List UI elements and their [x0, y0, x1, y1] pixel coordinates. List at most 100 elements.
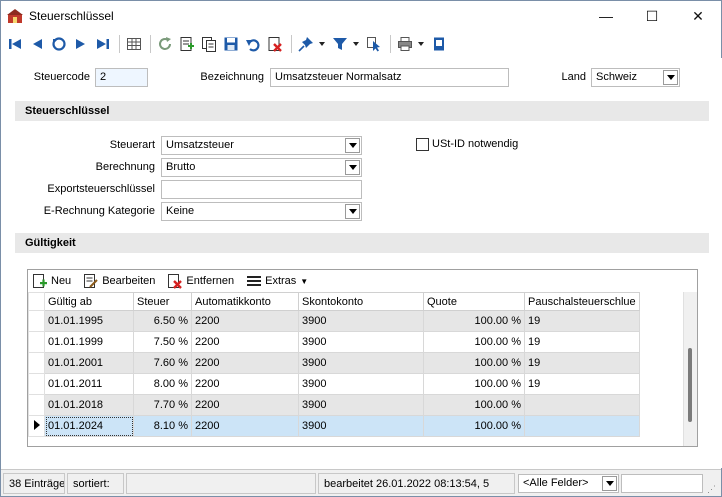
entfernen-button[interactable]: Entfernen — [167, 273, 234, 289]
prev-record-icon[interactable] — [27, 34, 47, 54]
steuercode-field[interactable]: 2 — [95, 68, 148, 87]
bezeichnung-field[interactable]: Umsatzsteuer Normalsatz — [270, 68, 509, 87]
cell-gueltig-ab[interactable]: 01.01.1995 — [44, 310, 134, 332]
table-row[interactable]: 01.01.1999 7.50 % 2200 3900 100.00 % 19 — [28, 331, 640, 353]
chevron-down-icon[interactable] — [345, 138, 360, 153]
minimize-button[interactable]: — — [583, 1, 629, 31]
cell-quote[interactable]: 100.00 % — [423, 310, 525, 332]
cell-pauschalsteuerschluessel[interactable]: 19 — [524, 310, 640, 332]
exportsteuerschluessel-field[interactable] — [161, 180, 362, 199]
column-header-steuer[interactable]: Steuer — [133, 292, 192, 311]
main-toolbar — [1, 31, 721, 57]
cell-skontokonto[interactable]: 3900 — [298, 310, 424, 332]
cell-gueltig-ab[interactable]: 01.01.2018 — [44, 394, 134, 416]
cell-automatikkonto[interactable]: 2200 — [191, 331, 299, 353]
erechnung-kategorie-value: Keine — [166, 205, 195, 217]
table-row[interactable]: 01.01.2018 7.70 % 2200 3900 100.00 % — [28, 394, 640, 416]
neu-button[interactable]: Neu — [32, 273, 71, 289]
first-record-icon[interactable] — [5, 34, 25, 54]
cell-automatikkonto[interactable]: 2200 — [191, 352, 299, 374]
filter-dropdown[interactable] — [352, 34, 360, 54]
delete-icon[interactable] — [265, 34, 285, 54]
cell-pauschalsteuerschluessel[interactable]: 19 — [524, 331, 640, 353]
steuerart-value: Umsatzsteuer — [166, 139, 234, 151]
ustid-checkbox[interactable] — [416, 138, 429, 151]
cell-gueltig-ab[interactable]: 01.01.2011 — [44, 373, 134, 395]
table-row-selected[interactable]: 01.01.2024 8.10 % 2200 3900 100.00 % — [28, 415, 640, 437]
cell-skontokonto[interactable]: 3900 — [298, 373, 424, 395]
maximize-button[interactable]: ☐ — [629, 1, 675, 31]
cell-steuer[interactable]: 7.50 % — [133, 331, 192, 353]
back-icon[interactable] — [49, 34, 69, 54]
column-header-automatikkonto[interactable]: Automatikkonto — [191, 292, 299, 311]
cell-pauschalsteuerschluessel[interactable] — [524, 415, 640, 437]
cell-quote[interactable]: 100.00 % — [423, 415, 525, 437]
cell-steuer[interactable]: 6.50 % — [133, 310, 192, 332]
cell-automatikkonto[interactable]: 2200 — [191, 310, 299, 332]
filter-icon[interactable] — [330, 34, 350, 54]
cell-quote[interactable]: 100.00 % — [423, 331, 525, 353]
cell-quote[interactable]: 100.00 % — [423, 394, 525, 416]
berechnung-select[interactable]: Brutto — [161, 158, 362, 177]
chevron-down-icon[interactable] — [345, 204, 360, 219]
cell-automatikkonto[interactable]: 2200 — [191, 373, 299, 395]
field-filter-select[interactable]: <Alle Felder> — [518, 474, 619, 493]
table-row[interactable]: 01.01.2001 7.60 % 2200 3900 100.00 % 19 — [28, 352, 640, 374]
cell-gueltig-ab[interactable]: 01.01.2001 — [44, 352, 134, 374]
cell-skontokonto[interactable]: 3900 — [298, 415, 424, 437]
table-header-row: Gültig ab Steuer Automatikkonto Skontoko… — [28, 292, 640, 311]
scrollbar-thumb[interactable] — [688, 348, 692, 422]
bearbeiten-label: Bearbeiten — [102, 275, 156, 287]
chevron-down-icon[interactable] — [345, 160, 360, 175]
close-button[interactable]: ✕ — [675, 1, 721, 31]
row-indicator — [28, 394, 45, 416]
land-select[interactable]: Schweiz — [591, 68, 680, 87]
erechnung-kategorie-select[interactable]: Keine — [161, 202, 362, 221]
undo-icon[interactable] — [243, 34, 263, 54]
print-dropdown[interactable] — [417, 34, 425, 54]
steuerart-select[interactable]: Umsatzsteuer — [161, 136, 362, 155]
chevron-down-icon[interactable] — [663, 70, 678, 85]
column-header-pauschalsteuerschluessel[interactable]: Pauschalsteuerschlue — [524, 292, 640, 311]
save-icon[interactable] — [221, 34, 241, 54]
cell-gueltig-ab[interactable]: 01.01.2024 — [44, 415, 134, 437]
cell-quote[interactable]: 100.00 % — [423, 373, 525, 395]
column-header-quote[interactable]: Quote — [423, 292, 525, 311]
bearbeiten-button[interactable]: Bearbeiten — [83, 273, 155, 289]
cell-skontokonto[interactable]: 3900 — [298, 331, 424, 353]
next-record-icon[interactable] — [71, 34, 91, 54]
cell-steuer[interactable]: 8.10 % — [133, 415, 192, 437]
pin-dropdown[interactable] — [318, 34, 326, 54]
table-row[interactable]: 01.01.2011 8.00 % 2200 3900 100.00 % 19 — [28, 373, 640, 395]
cell-steuer[interactable]: 7.60 % — [133, 352, 192, 374]
column-header-skontokonto[interactable]: Skontokonto — [298, 292, 424, 311]
pin-icon[interactable] — [296, 34, 316, 54]
cell-pauschalsteuerschluessel[interactable]: 19 — [524, 373, 640, 395]
copy-icon[interactable] — [199, 34, 219, 54]
delete-icon — [168, 274, 183, 289]
grid-vertical-scrollbar[interactable] — [683, 292, 697, 446]
notes-icon[interactable] — [429, 34, 449, 54]
last-record-icon[interactable] — [93, 34, 113, 54]
cell-pauschalsteuerschluessel[interactable]: 19 — [524, 352, 640, 374]
table-view-icon[interactable] — [124, 34, 144, 54]
print-icon[interactable] — [395, 34, 415, 54]
cell-automatikkonto[interactable]: 2200 — [191, 394, 299, 416]
column-header-gueltig-ab[interactable]: Gültig ab — [44, 292, 134, 311]
chevron-down-icon[interactable] — [602, 476, 617, 491]
cell-pauschalsteuerschluessel[interactable] — [524, 394, 640, 416]
cell-automatikkonto[interactable]: 2200 — [191, 415, 299, 437]
quick-search-input[interactable] — [621, 474, 703, 493]
cell-skontokonto[interactable]: 3900 — [298, 352, 424, 374]
cell-quote[interactable]: 100.00 % — [423, 352, 525, 374]
cell-gueltig-ab[interactable]: 01.01.1999 — [44, 331, 134, 353]
window-title: Steuerschlüssel — [29, 9, 114, 23]
cell-skontokonto[interactable]: 3900 — [298, 394, 424, 416]
extras-button[interactable]: Extras ▼ — [246, 273, 308, 289]
table-row[interactable]: 01.01.1995 6.50 % 2200 3900 100.00 % 19 — [28, 310, 640, 332]
new-record-icon[interactable] — [177, 34, 197, 54]
cell-steuer[interactable]: 7.70 % — [133, 394, 192, 416]
refresh-icon[interactable] — [155, 34, 175, 54]
cell-steuer[interactable]: 8.00 % — [133, 373, 192, 395]
cursor-select-icon[interactable] — [364, 34, 384, 54]
